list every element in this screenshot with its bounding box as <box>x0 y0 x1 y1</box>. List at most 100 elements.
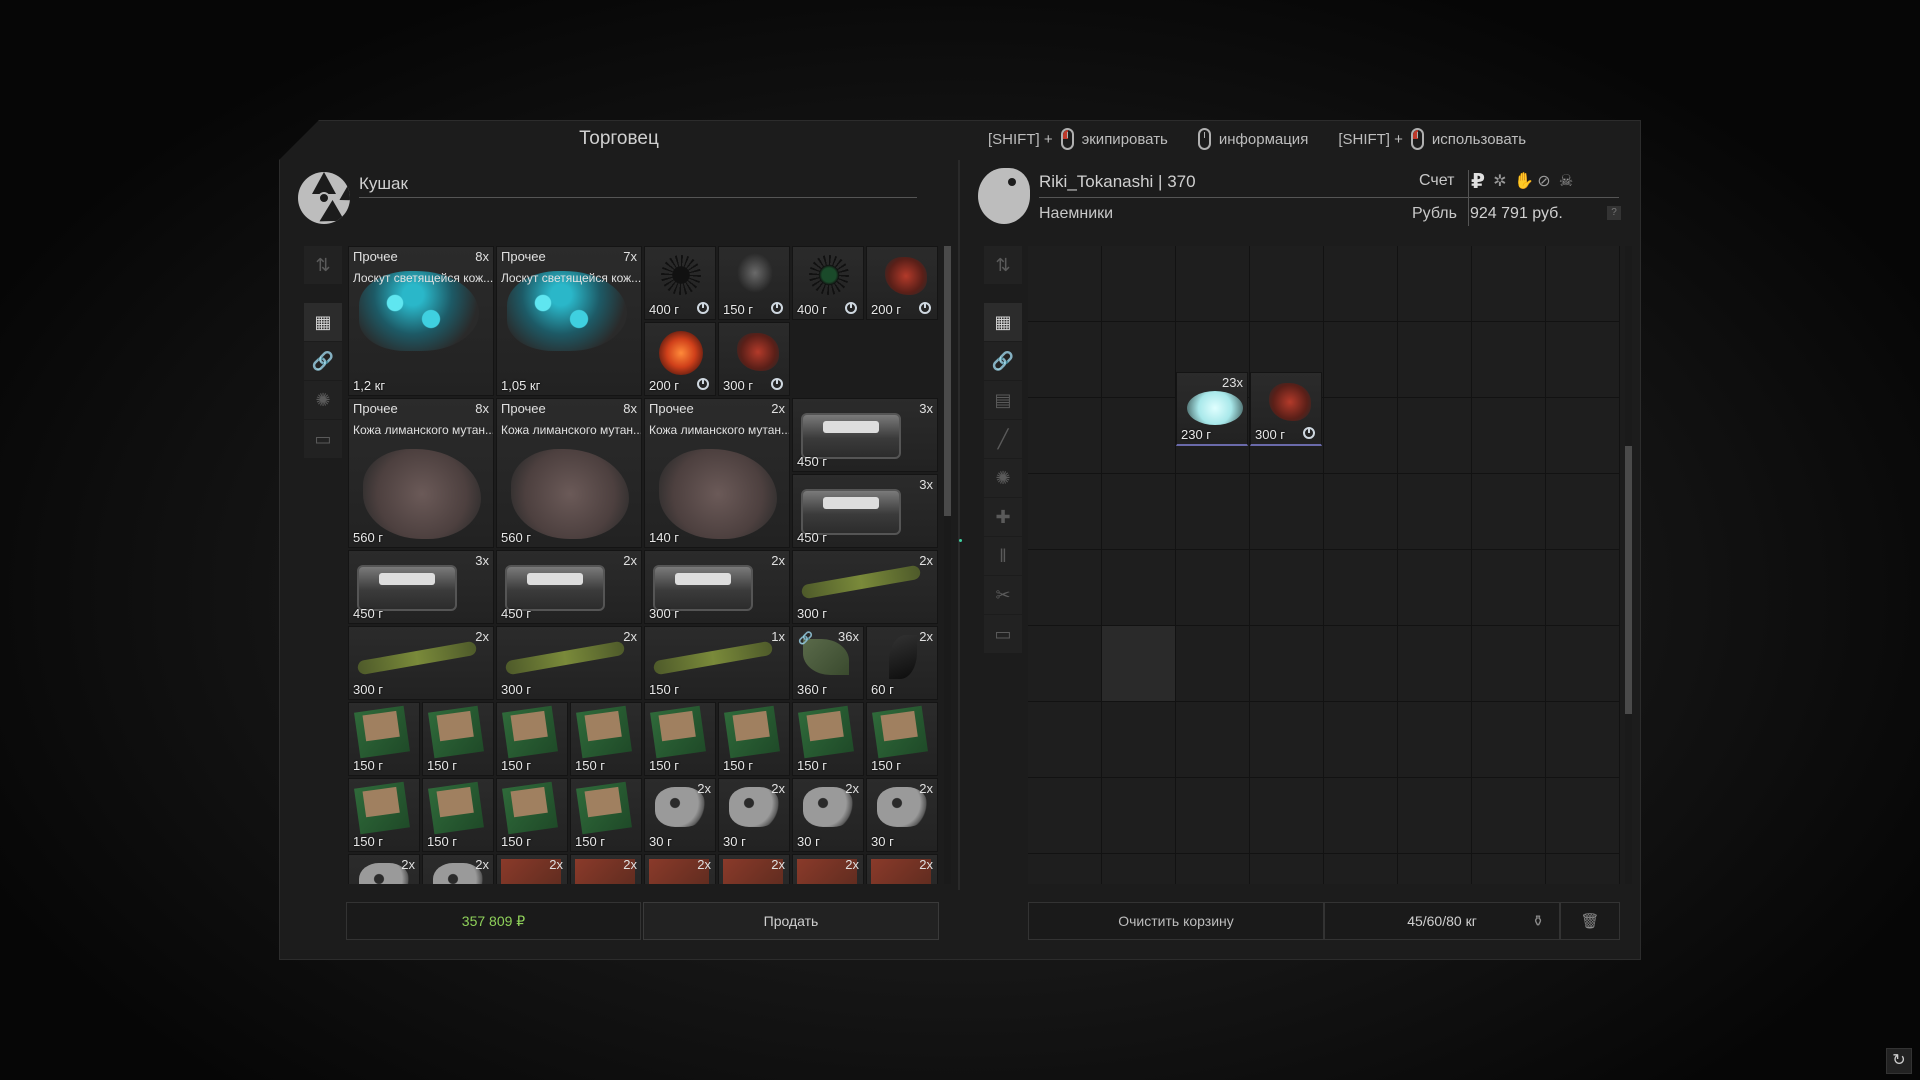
item-partial[interactable]: 2x <box>496 854 568 884</box>
item-leaf[interactable]: 🔗 36x 360 г <box>792 626 864 700</box>
item-partial[interactable]: 2x <box>792 854 864 884</box>
item-gear[interactable]: 2x 30 г <box>792 778 864 852</box>
item-circuit[interactable]: 150 г <box>792 702 864 776</box>
grid-cell[interactable] <box>1398 246 1472 322</box>
item-claw[interactable]: 2x 60 г <box>866 626 938 700</box>
item-circuit[interactable]: 150 г <box>644 702 716 776</box>
grid-cell[interactable] <box>1546 702 1620 778</box>
item-bone[interactable]: 1x 150 г <box>644 626 790 700</box>
grid-cell[interactable] <box>1398 398 1472 474</box>
ruble-icon[interactable]: ₽ <box>1470 172 1486 192</box>
item-circuit[interactable]: 150 г <box>866 702 938 776</box>
grid-cell[interactable] <box>1028 474 1102 550</box>
item-metal-box[interactable]: 3x 450 г <box>348 550 494 624</box>
item-partial[interactable]: 2x <box>422 854 494 884</box>
grid-cell[interactable] <box>1250 246 1324 322</box>
grid-cell[interactable] <box>1398 854 1472 884</box>
item-circuit[interactable]: 150 г <box>422 702 494 776</box>
grid-cell[interactable] <box>1102 626 1176 702</box>
grid-cell[interactable] <box>1028 626 1102 702</box>
grid-cell[interactable] <box>1028 702 1102 778</box>
grid-cell[interactable] <box>1546 474 1620 550</box>
skull-icon[interactable]: ☠ <box>1558 173 1574 191</box>
trash-icon[interactable]: 🗑 <box>1560 902 1620 940</box>
grid-cell[interactable] <box>1250 626 1324 702</box>
grid-cell[interactable] <box>1176 702 1250 778</box>
grid-cell[interactable] <box>1472 246 1546 322</box>
help-icon[interactable]: ? <box>1607 206 1621 220</box>
grid-cell[interactable] <box>1102 398 1176 474</box>
grid-cell[interactable] <box>1324 550 1398 626</box>
grid-cell[interactable] <box>1546 322 1620 398</box>
item-circuit[interactable]: 150 г <box>496 702 568 776</box>
grid-cell[interactable] <box>1398 778 1472 854</box>
item-artifact[interactable]: 400 г <box>792 246 864 320</box>
grid-cell[interactable] <box>1250 778 1324 854</box>
grid-cell[interactable] <box>1176 626 1250 702</box>
item-artifact[interactable]: 200 г <box>644 322 716 396</box>
item-bone[interactable]: 2x 300 г <box>792 550 938 624</box>
grid-cell[interactable] <box>1324 398 1398 474</box>
trader-scrollbar[interactable] <box>944 246 951 884</box>
grid-cell[interactable] <box>1546 246 1620 322</box>
item-metal-box[interactable]: 3x 450 г <box>792 398 938 472</box>
item-glowing-skin[interactable]: Прочее 8x Лоскут светящейся кож... 1,2 к… <box>348 246 494 396</box>
grid-cell[interactable] <box>1102 702 1176 778</box>
grid-cell[interactable] <box>1102 854 1176 884</box>
item-partial[interactable]: 2x <box>348 854 420 884</box>
grid-cell[interactable] <box>1250 854 1324 884</box>
grid-cell[interactable] <box>1398 702 1472 778</box>
grid-cell[interactable] <box>1028 246 1102 322</box>
item-bone[interactable]: 2x 300 г <box>496 626 642 700</box>
grid-cell[interactable] <box>1324 626 1398 702</box>
grid-cell[interactable] <box>1102 550 1176 626</box>
item-circuit[interactable]: 150 г <box>496 778 568 852</box>
item-partial[interactable]: 2x <box>570 854 642 884</box>
ammo-icon[interactable]: ‖ <box>984 537 1022 575</box>
item-mutant-skin[interactable]: Прочее 2x Кожа лиманского мутан... 140 г <box>644 398 790 548</box>
item-metal-box[interactable]: 2x 450 г <box>496 550 642 624</box>
item-mutant-skin[interactable]: Прочее 8x Кожа лиманского мутан... 560 г <box>348 398 494 548</box>
grid-cell[interactable] <box>1250 474 1324 550</box>
grid-cell[interactable] <box>1398 474 1472 550</box>
item-artifact[interactable]: 400 г <box>644 246 716 320</box>
grid-cell[interactable] <box>1398 626 1472 702</box>
sell-button[interactable]: Продать <box>643 902 939 940</box>
item-partial[interactable]: 2x <box>718 854 790 884</box>
grid-cell[interactable] <box>1472 550 1546 626</box>
grid-cell[interactable] <box>1102 778 1176 854</box>
grid-cell[interactable] <box>1102 474 1176 550</box>
grid-cell[interactable] <box>1324 778 1398 854</box>
grid-cell[interactable] <box>1028 550 1102 626</box>
item-gear[interactable]: 2x 30 г <box>718 778 790 852</box>
item-circuit[interactable]: 150 г <box>348 702 420 776</box>
grid-cell[interactable] <box>1472 854 1546 884</box>
grid-cell[interactable] <box>1176 246 1250 322</box>
link-icon[interactable]: 🔗 <box>984 342 1022 380</box>
item-circuit[interactable]: 150 г <box>422 778 494 852</box>
grid-cell[interactable] <box>1028 322 1102 398</box>
link-icon[interactable]: 🔗 <box>304 342 342 380</box>
refresh-icon[interactable]: ↻ <box>1886 1048 1912 1074</box>
grid-cell[interactable] <box>1546 626 1620 702</box>
grid-cell[interactable] <box>1324 474 1398 550</box>
rifle-icon[interactable]: ╱ <box>984 420 1022 458</box>
grid-cell[interactable] <box>1028 854 1102 884</box>
box-icon[interactable]: ▭ <box>984 615 1022 653</box>
sun-icon[interactable]: ✲ <box>1492 173 1508 191</box>
grid-cell[interactable] <box>1028 398 1102 474</box>
grid-cell[interactable] <box>1250 702 1324 778</box>
box-icon[interactable]: ▭ <box>304 420 342 458</box>
item-mutant-skin[interactable]: Прочее 8x Кожа лиманского мутан... 560 г <box>496 398 642 548</box>
artifact-icon[interactable]: ✺ <box>304 381 342 419</box>
grid-cell[interactable] <box>1176 854 1250 884</box>
grid-cell[interactable] <box>1102 322 1176 398</box>
grid-cell[interactable] <box>1324 246 1398 322</box>
item-salt-crystals[interactable]: 23x 230 г <box>1176 372 1248 446</box>
item-artifact[interactable]: 200 г <box>866 246 938 320</box>
grid-cell[interactable] <box>1176 550 1250 626</box>
grid-cell[interactable] <box>1472 702 1546 778</box>
slash-icon[interactable]: ⊘ <box>1536 173 1552 191</box>
item-artifact[interactable]: 300 г <box>718 322 790 396</box>
grid-cell[interactable] <box>1472 322 1546 398</box>
